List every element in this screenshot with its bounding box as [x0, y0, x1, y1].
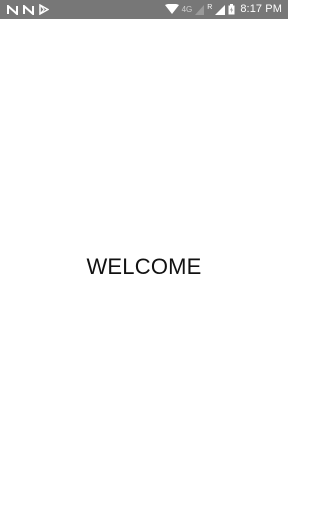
wifi-icon — [164, 4, 179, 15]
status-bar: 4G R 8:17 PM — [0, 0, 288, 19]
system-status-icons: 4G R 8:17 PM — [164, 3, 282, 15]
roaming-indicator: R — [207, 4, 213, 11]
network-type-label: 4G — [181, 4, 193, 14]
play-store-icon — [39, 4, 49, 15]
signal-icon-empty — [195, 4, 205, 15]
clock-time: 8:17 PM — [240, 3, 282, 15]
notification-icons — [7, 4, 49, 15]
signal-icon — [215, 4, 226, 15]
main-content: WELCOME — [0, 19, 288, 512]
battery-icon — [228, 4, 235, 15]
welcome-text: WELCOME — [86, 254, 202, 279]
app-screen: 4G R 8:17 PM WELCOME — [0, 0, 288, 512]
n-letter-icon — [7, 4, 18, 15]
n-letter-icon — [23, 4, 34, 15]
